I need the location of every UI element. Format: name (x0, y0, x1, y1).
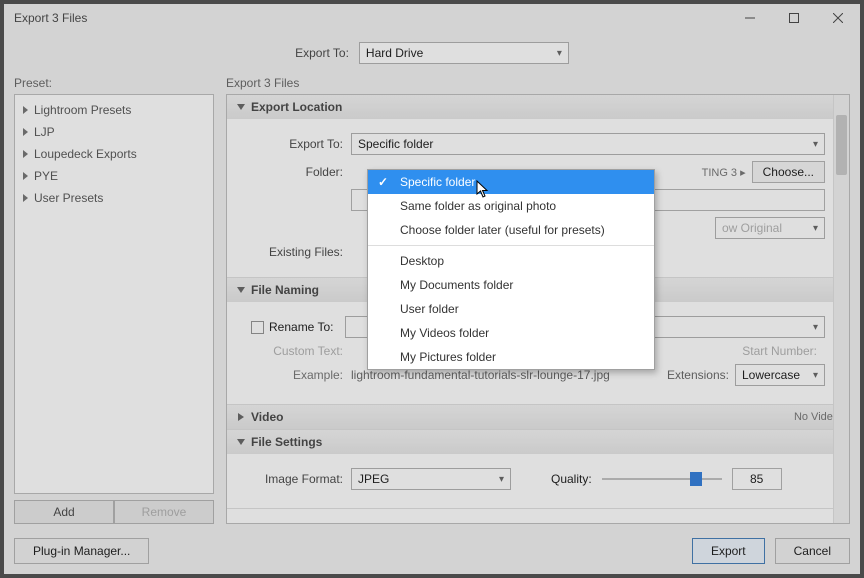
dropdown-item[interactable]: Same folder as original photo (368, 194, 654, 218)
dropdown-item[interactable]: My Videos folder (368, 321, 654, 345)
preset-label: Preset: (14, 76, 214, 90)
titlebar: Export 3 Files (4, 4, 860, 32)
dropdown-item[interactable]: User folder (368, 297, 654, 321)
example-value: lightroom-fundamental-tutorials-slr-loun… (351, 368, 610, 382)
export-button[interactable]: Export (692, 538, 765, 564)
remove-preset-button[interactable]: Remove (114, 500, 214, 524)
disclosure-icon (23, 128, 28, 136)
preset-item[interactable]: User Presets (15, 187, 213, 209)
dropdown-item[interactable]: Specific folder (368, 170, 654, 194)
extensions-combo[interactable]: Lowercase ▾ (735, 364, 825, 386)
dropdown-item[interactable]: Desktop (368, 249, 654, 273)
section-file-settings[interactable]: File Settings (227, 430, 849, 454)
quality-label: Quality: (551, 472, 592, 486)
section-video[interactable]: Video No Video (227, 405, 849, 429)
disclosure-down-icon (237, 287, 245, 293)
add-preset-button[interactable]: Add (14, 500, 114, 524)
start-number-label: Start Number: (742, 344, 825, 358)
footer: Plug-in Manager... Export Cancel (4, 532, 860, 574)
scrollbar[interactable] (833, 95, 849, 523)
disclosure-icon (23, 194, 28, 202)
image-format-combo[interactable]: JPEG ▾ (351, 468, 511, 490)
disclosure-down-icon (237, 104, 245, 110)
export-to-sub-combo[interactable]: Specific folder ▾ (351, 133, 825, 155)
rename-to-label: Rename To: (269, 320, 333, 334)
existing-files-label: Existing Files: (251, 245, 351, 259)
export-to-dropdown[interactable]: Specific folder Same folder as original … (367, 169, 655, 370)
choose-folder-button[interactable]: Choose... (752, 161, 825, 183)
preset-item[interactable]: LJP (15, 121, 213, 143)
settings-label: Export 3 Files (226, 76, 850, 90)
export-to-label: Export To: (295, 46, 349, 60)
preset-panel: Preset: Lightroom Presets LJP Loupedeck … (14, 76, 214, 524)
cancel-button[interactable]: Cancel (775, 538, 850, 564)
disclosure-down-icon (237, 439, 245, 445)
image-format-label: Image Format: (251, 472, 351, 486)
chevron-down-icon: ▾ (813, 322, 818, 333)
plugin-manager-button[interactable]: Plug-in Manager... (14, 538, 149, 564)
chevron-down-icon: ▾ (813, 223, 818, 234)
extensions-label: Extensions: (667, 368, 729, 382)
preset-item[interactable]: PYE (15, 165, 213, 187)
chevron-down-icon: ▾ (813, 370, 818, 381)
export-window: Export 3 Files Export To: Hard Drive ▾ P… (4, 4, 860, 574)
export-to-combo[interactable]: Hard Drive ▾ (359, 42, 569, 64)
dropdown-item[interactable]: My Pictures folder (368, 345, 654, 369)
disclosure-icon (23, 172, 28, 180)
rename-to-checkbox[interactable] (251, 321, 264, 334)
maximize-button[interactable] (772, 4, 816, 32)
disclosure-icon (23, 150, 28, 158)
dropdown-separator (368, 245, 654, 246)
custom-text-label: Custom Text: (251, 344, 351, 358)
quality-input[interactable] (732, 468, 782, 490)
preset-item[interactable]: Lightroom Presets (15, 99, 213, 121)
export-to-sub-label: Export To: (251, 137, 351, 151)
minimize-button[interactable] (728, 4, 772, 32)
folder-label: Folder: (251, 165, 351, 179)
dropdown-item[interactable]: My Documents folder (368, 273, 654, 297)
preset-item[interactable]: Loupedeck Exports (15, 143, 213, 165)
preset-list[interactable]: Lightroom Presets LJP Loupedeck Exports … (14, 94, 214, 494)
disclosure-right-icon (238, 413, 244, 421)
close-button[interactable] (816, 4, 860, 32)
below-original-combo[interactable]: ow Original ▾ (715, 217, 825, 239)
folder-path-tail[interactable]: TING 3 ▸ (702, 166, 746, 179)
export-to-top-row: Export To: Hard Drive ▾ (4, 32, 860, 76)
chevron-down-icon: ▾ (813, 139, 818, 150)
chevron-down-icon: ▾ (499, 474, 504, 485)
window-title: Export 3 Files (14, 11, 728, 25)
section-export-location[interactable]: Export Location (227, 95, 849, 119)
disclosure-icon (23, 106, 28, 114)
dropdown-item[interactable]: Choose folder later (useful for presets) (368, 218, 654, 242)
example-label: Example: (251, 368, 351, 382)
quality-slider[interactable] (602, 469, 722, 489)
chevron-down-icon: ▾ (557, 48, 562, 59)
cursor-icon (476, 180, 490, 198)
